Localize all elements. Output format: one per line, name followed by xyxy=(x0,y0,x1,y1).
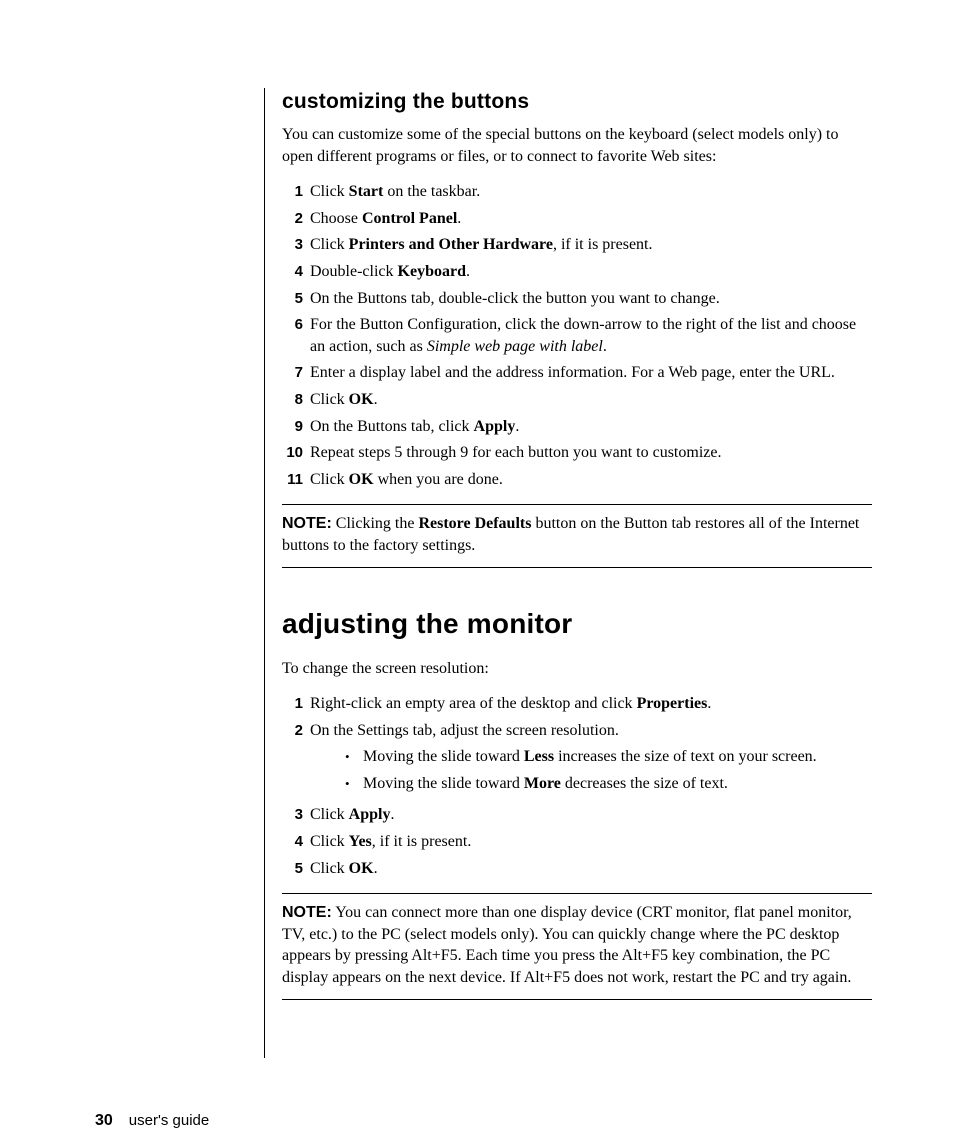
step-text: Repeat steps 5 through 9 for each button… xyxy=(310,442,872,464)
list-item: 4Double-click Keyboard. xyxy=(282,261,872,283)
note-label: NOTE: xyxy=(282,515,332,532)
step-number: 4 xyxy=(282,832,310,852)
list-item: 4Click Yes, if it is present. xyxy=(282,831,872,853)
content-area: customizing the buttons You can customiz… xyxy=(282,90,872,1000)
list-item: 11Click OK when you are done. xyxy=(282,469,872,491)
section2-heading: adjusting the monitor xyxy=(282,608,872,640)
step-number: 2 xyxy=(282,209,310,229)
sub-item: •Moving the slide toward Less increases … xyxy=(345,746,872,768)
step-number: 6 xyxy=(282,315,310,335)
step-number: 7 xyxy=(282,363,310,383)
step-number: 9 xyxy=(282,417,310,437)
list-item: 6For the Button Configuration, click the… xyxy=(282,314,872,357)
note-label: NOTE: xyxy=(282,904,332,921)
step-text: On the Buttons tab, double-click the but… xyxy=(310,288,872,310)
step-text: Click OK. xyxy=(310,389,872,411)
step-text: Click Start on the taskbar. xyxy=(310,181,872,203)
list-item: 5On the Buttons tab, double-click the bu… xyxy=(282,288,872,310)
step-text: Click Printers and Other Hardware, if it… xyxy=(310,234,872,256)
step-number: 3 xyxy=(282,235,310,255)
step-text: Click Yes, if it is present. xyxy=(310,831,872,853)
sub-text: Moving the slide toward More decreases t… xyxy=(363,773,728,795)
section1-heading: customizing the buttons xyxy=(282,90,872,114)
list-item: 1Click Start on the taskbar. xyxy=(282,181,872,203)
step-number: 1 xyxy=(282,694,310,714)
section1-steps: 1Click Start on the taskbar.2Choose Cont… xyxy=(282,181,872,490)
step-text: Click Apply. xyxy=(310,804,872,826)
list-item: 8Click OK. xyxy=(282,389,872,411)
section2-steps: 1Right-click an empty area of the deskto… xyxy=(282,693,872,879)
step-text: Click OK. xyxy=(310,858,872,880)
list-item: 10Repeat steps 5 through 9 for each butt… xyxy=(282,442,872,464)
step-number: 3 xyxy=(282,805,310,825)
step-text: Enter a display label and the address in… xyxy=(310,362,872,384)
list-item: 3Click Apply. xyxy=(282,804,872,826)
bullet-icon: • xyxy=(345,748,363,766)
step-text: On the Settings tab, adjust the screen r… xyxy=(310,720,872,800)
step-text: Right-click an empty area of the desktop… xyxy=(310,693,872,715)
sub-list: •Moving the slide toward Less increases … xyxy=(310,746,872,794)
section1-note: NOTE: Clicking the Restore Defaults butt… xyxy=(282,504,872,567)
page-footer: 30 user's guide xyxy=(95,1112,209,1130)
step-text: On the Buttons tab, click Apply. xyxy=(310,416,872,438)
list-item: 2Choose Control Panel. xyxy=(282,208,872,230)
section2-intro: To change the screen resolution: xyxy=(282,658,872,680)
list-item: 5Click OK. xyxy=(282,858,872,880)
page: customizing the buttons You can customiz… xyxy=(0,0,954,1123)
step-text: Click OK when you are done. xyxy=(310,469,872,491)
step-number: 8 xyxy=(282,390,310,410)
note-text-pre: Clicking the xyxy=(332,515,419,532)
list-item: 7Enter a display label and the address i… xyxy=(282,362,872,384)
list-item: 1Right-click an empty area of the deskto… xyxy=(282,693,872,715)
sub-item: •Moving the slide toward More decreases … xyxy=(345,773,872,795)
page-number: 30 xyxy=(95,1112,113,1129)
step-number: 5 xyxy=(282,859,310,879)
list-item: 2On the Settings tab, adjust the screen … xyxy=(282,720,872,800)
step-text: Double-click Keyboard. xyxy=(310,261,872,283)
step-text: For the Button Configuration, click the … xyxy=(310,314,872,357)
footer-title: user's guide xyxy=(129,1112,209,1129)
section2-note: NOTE: You can connect more than one disp… xyxy=(282,893,872,999)
list-item: 3Click Printers and Other Hardware, if i… xyxy=(282,234,872,256)
step-number: 4 xyxy=(282,262,310,282)
note-bold: Restore Defaults xyxy=(418,515,531,532)
margin-rule xyxy=(264,88,265,1058)
step-number: 1 xyxy=(282,182,310,202)
step-number: 11 xyxy=(282,470,310,490)
step-number: 10 xyxy=(282,443,310,463)
list-item: 9On the Buttons tab, click Apply. xyxy=(282,416,872,438)
sub-text: Moving the slide toward Less increases t… xyxy=(363,746,817,768)
step-text: Choose Control Panel. xyxy=(310,208,872,230)
step-number: 5 xyxy=(282,289,310,309)
bullet-icon: • xyxy=(345,775,363,793)
note-text: You can connect more than one display de… xyxy=(282,904,852,986)
step-number: 2 xyxy=(282,721,310,741)
section1-intro: You can customize some of the special bu… xyxy=(282,124,872,167)
